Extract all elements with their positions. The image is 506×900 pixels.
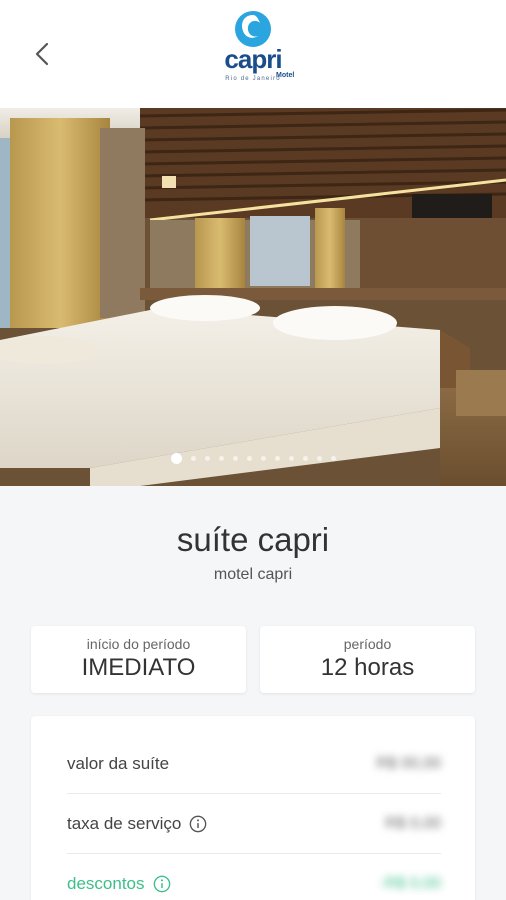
price-label: valor da suíte — [67, 753, 170, 773]
gallery-dot[interactable] — [260, 456, 266, 461]
price-label-wrap: descontos — [67, 874, 171, 894]
gallery-dot[interactable] — [190, 456, 196, 461]
gallery-dot[interactable] — [288, 456, 294, 461]
suite-photo-gallery[interactable] — [0, 108, 506, 486]
info-icon[interactable] — [189, 815, 207, 833]
gallery-dot[interactable] — [274, 456, 280, 461]
gallery-dot[interactable] — [170, 453, 182, 464]
gallery-dot[interactable] — [302, 456, 308, 461]
price-value: -R$ 0,00 — [379, 875, 441, 892]
gallery-pagination — [0, 453, 506, 464]
gallery-dot[interactable] — [246, 456, 252, 461]
suite-title-block: suíte capri motel capri — [0, 518, 506, 584]
price-value: R$ 0,00 — [384, 814, 441, 832]
price-breakdown-card: valor da suíte R$ 00,00 taxa de serviço … — [31, 716, 475, 900]
price-label: taxa de serviço — [67, 813, 182, 833]
capri-logo: capri Motel Rio de Janeiro — [208, 10, 298, 96]
gallery-dot[interactable] — [232, 456, 238, 461]
price-row-service-fee: taxa de serviço R$ 0,00 — [67, 794, 441, 854]
period-start-card[interactable]: início do período IMEDIATO — [31, 626, 246, 693]
period-start-label: início do período — [86, 636, 191, 652]
gallery-dot[interactable] — [330, 456, 336, 461]
logo-motel: Motel — [276, 72, 295, 79]
app-header: capri Motel Rio de Janeiro — [0, 0, 506, 108]
suite-photo — [0, 108, 506, 486]
period-duration-value: 12 horas — [320, 654, 415, 681]
suite-name: suíte capri — [176, 521, 330, 558]
price-label-wrap: taxa de serviço — [67, 814, 207, 834]
logo-brand: capri — [224, 44, 282, 74]
back-button[interactable] — [22, 34, 62, 74]
gallery-dot[interactable] — [316, 456, 322, 461]
info-icon[interactable] — [153, 875, 171, 893]
period-duration-label: período — [343, 636, 392, 652]
price-row-suite: valor da suíte R$ 00,00 — [67, 734, 441, 794]
chevron-left-icon — [35, 42, 49, 66]
price-value: R$ 00,00 — [376, 754, 441, 772]
period-duration-card[interactable]: período 12 horas — [260, 626, 475, 693]
motel-name: motel capri — [213, 566, 293, 583]
gallery-dot[interactable] — [218, 456, 224, 461]
price-label: descontos — [67, 874, 145, 893]
period-start-value: IMEDIATO — [81, 654, 196, 681]
wave-logo-icon — [235, 11, 271, 47]
gallery-dot[interactable] — [204, 456, 210, 461]
price-row-discounts: descontos -R$ 0,00 — [67, 854, 441, 900]
